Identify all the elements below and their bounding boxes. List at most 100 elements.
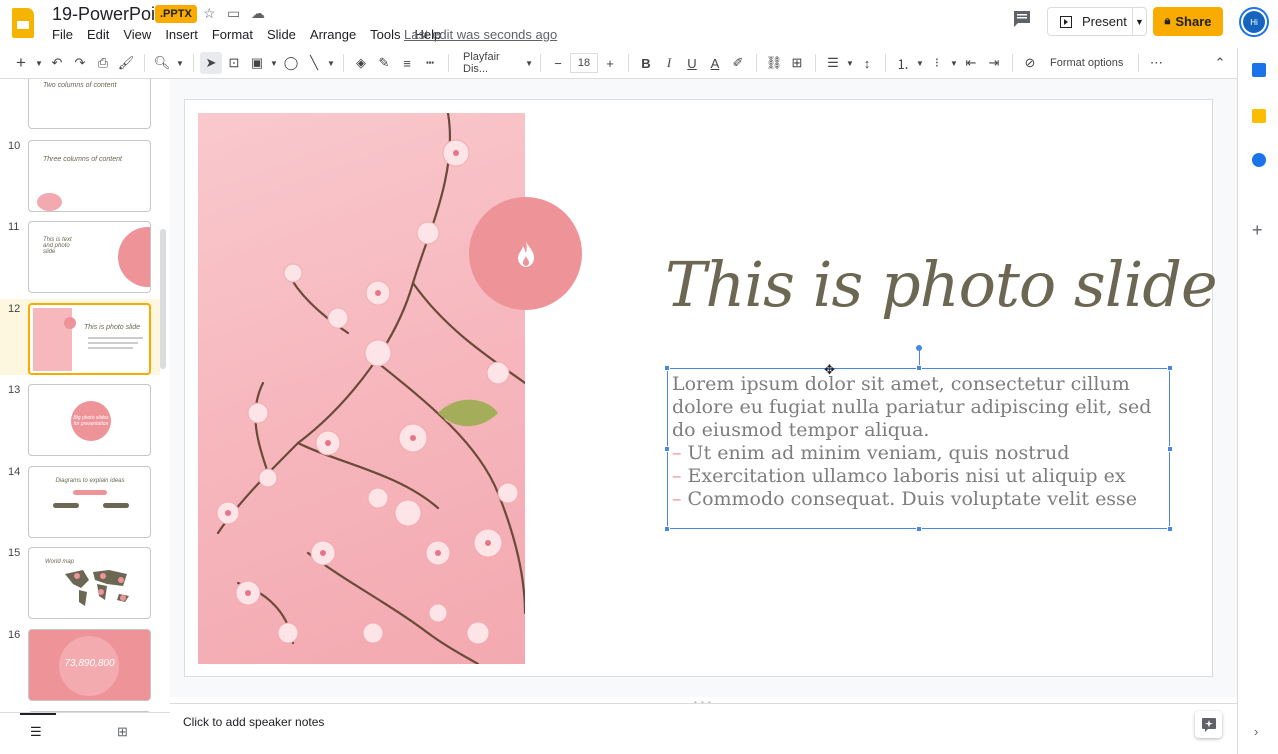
grid-view-icon[interactable]: ⊞	[117, 724, 128, 740]
decrease-font-size-icon[interactable]: −	[547, 52, 569, 74]
slide-thumbnail[interactable]: This is text and photo slide	[28, 221, 151, 293]
new-slide-icon[interactable]: +	[10, 52, 32, 74]
present-dropdown-icon[interactable]: ▼	[1132, 8, 1146, 35]
speaker-notes[interactable]: Click to add speaker notes	[170, 703, 1237, 754]
fill-color-icon[interactable]: ◈	[350, 52, 372, 74]
resize-handle[interactable]	[1167, 365, 1173, 371]
redo-icon[interactable]: ↷	[69, 52, 91, 74]
increase-indent-icon[interactable]: ⇥	[983, 52, 1005, 74]
menu-view[interactable]: View	[123, 27, 151, 42]
line-spacing-icon[interactable]: ↕	[856, 52, 878, 74]
menu-tools[interactable]: Tools	[370, 27, 400, 42]
zoom-icon[interactable]: 🔍︎	[151, 52, 173, 74]
underline-icon[interactable]: U	[681, 52, 703, 74]
slide-thumbnail[interactable]: Big photo slides for presentation	[28, 384, 151, 456]
last-edit-link[interactable]: Last edit was seconds ago	[404, 27, 557, 42]
comment-history-icon[interactable]	[1012, 10, 1032, 28]
cloud-status-icon[interactable]: ☁	[251, 5, 265, 22]
keep-icon[interactable]	[1252, 109, 1266, 123]
star-icon[interactable]: ☆	[203, 5, 216, 22]
resize-handle[interactable]	[916, 365, 922, 371]
collapse-toolbar-icon[interactable]: ⌃	[1209, 52, 1231, 74]
cherry-blossom-photo[interactable]	[198, 113, 525, 664]
account-avatar[interactable]: Hi	[1239, 7, 1269, 37]
highlight-color-icon[interactable]: ✐	[727, 52, 749, 74]
menu-format[interactable]: Format	[212, 27, 253, 42]
border-weight-icon[interactable]: ≡	[396, 52, 418, 74]
numbered-list-dropdown-icon[interactable]: ▼	[915, 52, 925, 74]
italic-icon[interactable]: I	[658, 52, 680, 74]
explore-button[interactable]	[1195, 711, 1222, 738]
bulleted-list-dropdown-icon[interactable]: ▼	[949, 52, 959, 74]
paint-format-icon[interactable]: 🖌︎	[115, 52, 137, 74]
font-dropdown-icon: ▼	[525, 58, 533, 68]
format-options-button[interactable]: Format options	[1042, 52, 1131, 74]
add-comment-icon[interactable]: ⊞	[786, 52, 808, 74]
undo-icon[interactable]: ↶	[46, 52, 68, 74]
accent-circle-shape[interactable]	[469, 197, 582, 310]
slide-thumbnail[interactable]: World map	[28, 547, 151, 619]
text-box-icon[interactable]: ⊡	[223, 52, 245, 74]
slide-thumbnail-selected[interactable]: This is photo slide	[28, 303, 151, 375]
numbered-list-icon[interactable]: ⒈	[892, 52, 914, 74]
decrease-indent-icon[interactable]: ⇤	[960, 52, 982, 74]
shape-icon[interactable]: ◯	[280, 52, 302, 74]
new-slide-dropdown-icon[interactable]: ▼	[33, 52, 45, 74]
image-dropdown-icon[interactable]: ▼	[269, 52, 279, 74]
line-dropdown-icon[interactable]: ▼	[326, 52, 336, 74]
insert-link-icon[interactable]: ⛓︎	[763, 52, 785, 74]
slide-thumbnail[interactable]: Two columns of content	[28, 79, 151, 129]
increase-font-size-icon[interactable]: +	[599, 52, 621, 74]
present-button[interactable]: Present ▼	[1047, 7, 1147, 36]
slide-filmstrip: Two columns of content 10 Three columns …	[0, 79, 170, 712]
tasks-icon[interactable]	[1252, 153, 1266, 167]
filmstrip-scrollbar[interactable]	[160, 229, 166, 369]
align-dropdown-icon[interactable]: ▼	[845, 52, 855, 74]
text-color-icon[interactable]: A	[704, 52, 726, 74]
rotate-handle[interactable]	[916, 345, 922, 351]
show-side-panel-icon[interactable]: ›	[1254, 724, 1258, 739]
slide-canvas[interactable]: This is photo slide Lorem ipsum dolor si…	[184, 99, 1218, 677]
resize-handle[interactable]	[1167, 526, 1173, 532]
font-family-select[interactable]: Playfair Dis... ▼	[455, 51, 533, 75]
menu-slide[interactable]: Slide	[267, 27, 296, 42]
slide-thumbnail[interactable]: 73,890,800	[28, 629, 151, 701]
select-cursor-icon[interactable]: ➤	[200, 52, 222, 74]
toolbar-divider	[628, 54, 629, 72]
menu-insert[interactable]: Insert	[165, 27, 198, 42]
resize-handle[interactable]	[664, 446, 670, 452]
border-color-icon[interactable]: ✎	[373, 52, 395, 74]
slide-title[interactable]: This is photo slide	[665, 248, 1218, 321]
resize-handle[interactable]	[664, 365, 670, 371]
thumb-caption: This is text and photo slide	[43, 237, 72, 255]
filmstrip-view-icon[interactable]: ☰	[30, 724, 42, 740]
clear-formatting-icon[interactable]: ⊘	[1019, 52, 1041, 74]
body-text-box-selected[interactable]: Lorem ipsum dolor sit amet, consectetur …	[664, 345, 1173, 532]
menu-edit[interactable]: Edit	[87, 27, 109, 42]
align-icon[interactable]: ☰	[822, 52, 844, 74]
slides-logo-icon[interactable]	[12, 8, 34, 38]
slide-thumbnail[interactable]: Three columns of content	[28, 140, 151, 212]
add-on-icon[interactable]: +	[1252, 220, 1263, 241]
resize-handle[interactable]	[664, 526, 670, 532]
font-size-input[interactable]: 18	[570, 53, 598, 73]
speaker-notes-placeholder[interactable]: Click to add speaker notes	[183, 715, 324, 729]
resize-handle[interactable]	[1167, 446, 1173, 452]
share-button[interactable]: 🔒︎ Share	[1153, 7, 1223, 36]
zoom-dropdown-icon[interactable]: ▼	[174, 52, 186, 74]
menu-file[interactable]: File	[52, 27, 73, 42]
menu-arrange[interactable]: Arrange	[310, 27, 356, 42]
bold-icon[interactable]: B	[635, 52, 657, 74]
move-folder-icon[interactable]: ▭	[227, 5, 240, 22]
document-title[interactable]: 19-PowerPoint	[52, 4, 170, 25]
calendar-icon[interactable]	[1252, 63, 1266, 77]
slide-thumbnail[interactable]: Diagrams to explain ideas	[28, 466, 151, 538]
print-icon[interactable]: ⎙	[92, 52, 114, 74]
image-icon[interactable]: ▣	[246, 52, 268, 74]
body-text[interactable]: Lorem ipsum dolor sit amet, consectetur …	[672, 373, 1167, 511]
bulleted-list-icon[interactable]: ⁝	[926, 52, 948, 74]
more-options-icon[interactable]: ⋯	[1145, 52, 1167, 74]
resize-handle[interactable]	[916, 526, 922, 532]
line-icon[interactable]: ╲	[303, 52, 325, 74]
border-dash-icon[interactable]: ┅	[419, 52, 441, 74]
